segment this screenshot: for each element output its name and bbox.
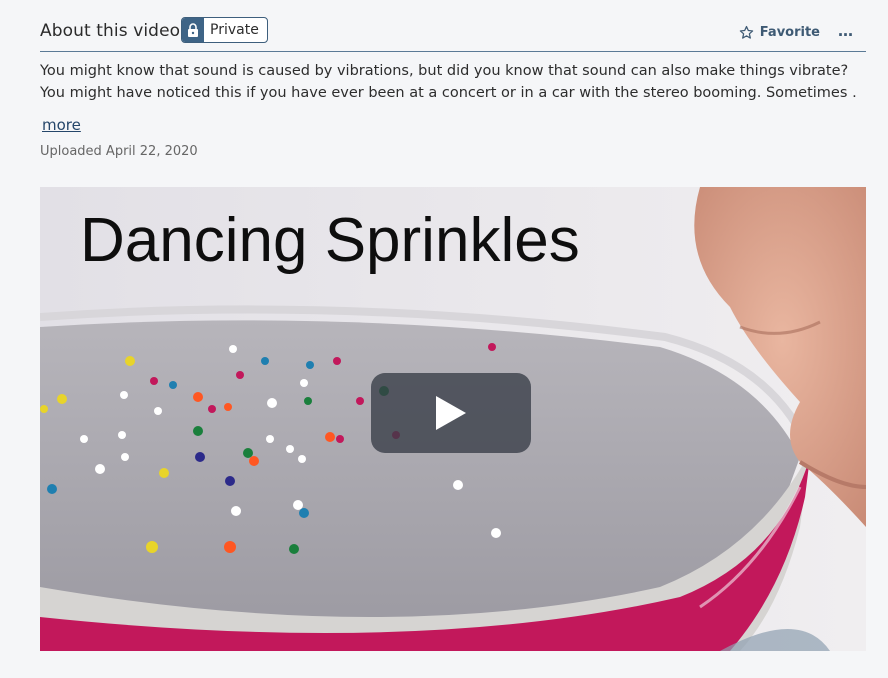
star-icon bbox=[739, 25, 754, 39]
description-line: You might have noticed this if you have … bbox=[40, 85, 856, 101]
play-button[interactable] bbox=[371, 373, 531, 453]
section-title: About this video bbox=[40, 21, 181, 41]
lock-icon bbox=[182, 18, 204, 42]
play-icon bbox=[436, 396, 466, 430]
favorite-button[interactable]: Favorite bbox=[739, 25, 820, 40]
video-title-overlay: Dancing Sprinkles bbox=[80, 206, 580, 275]
privacy-label: Private bbox=[210, 22, 259, 38]
favorite-label: Favorite bbox=[759, 25, 820, 40]
video-player[interactable]: Dancing Sprinkles bbox=[40, 187, 866, 651]
more-options-button[interactable]: … bbox=[838, 22, 854, 40]
description-line: You might know that sound is caused by v… bbox=[40, 63, 849, 79]
more-link[interactable]: more bbox=[42, 116, 81, 134]
upload-date: Uploaded April 22, 2020 bbox=[40, 144, 198, 159]
video-info-header: About this video Private Favorite … bbox=[40, 16, 866, 52]
video-description: You might know that sound is caused by v… bbox=[40, 60, 856, 104]
privacy-badge: Private bbox=[181, 17, 268, 43]
